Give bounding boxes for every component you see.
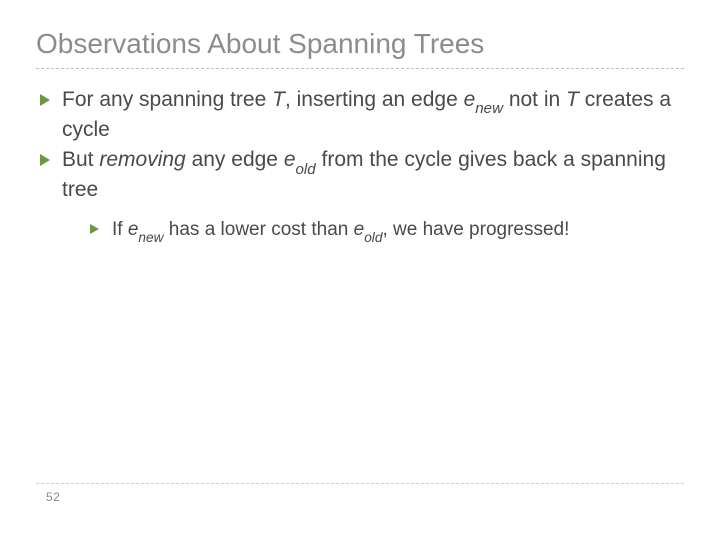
bullet-item: But removing any edge eold from the cycl… xyxy=(40,147,684,244)
text: For any spanning tree xyxy=(62,88,272,111)
var-e: e xyxy=(284,148,296,171)
slide-container: Observations About Spanning Trees For an… xyxy=(0,0,720,540)
text: any edge xyxy=(186,148,284,171)
var-T: T xyxy=(566,88,579,111)
footer-divider xyxy=(36,483,684,484)
emph-removing: removing xyxy=(99,148,185,171)
sub-bullet-item: If enew has a lower cost than eold, we h… xyxy=(90,218,684,245)
subscript-new: new xyxy=(138,230,163,245)
var-e: e xyxy=(464,88,476,111)
sub-bullet-list: If enew has a lower cost than eold, we h… xyxy=(62,218,684,245)
subscript-new: new xyxy=(475,100,503,117)
slide-footer: 52 xyxy=(36,483,684,504)
title-divider xyxy=(36,68,684,69)
slide-title: Observations About Spanning Trees xyxy=(36,28,684,60)
bullet-list: For any spanning tree T, inserting an ed… xyxy=(36,87,684,244)
subscript-old: old xyxy=(364,230,382,245)
text: If xyxy=(112,219,128,240)
text: has a lower cost than xyxy=(164,219,354,240)
text: , we have progressed! xyxy=(382,219,569,240)
var-e: e xyxy=(128,219,139,240)
var-e: e xyxy=(354,219,365,240)
text: But xyxy=(62,148,99,171)
bullet-item: For any spanning tree T, inserting an ed… xyxy=(40,87,684,143)
text: not in xyxy=(503,88,566,111)
page-number: 52 xyxy=(36,490,684,504)
text: , inserting an edge xyxy=(285,88,464,111)
subscript-old: old xyxy=(296,161,316,178)
var-T: T xyxy=(272,88,285,111)
